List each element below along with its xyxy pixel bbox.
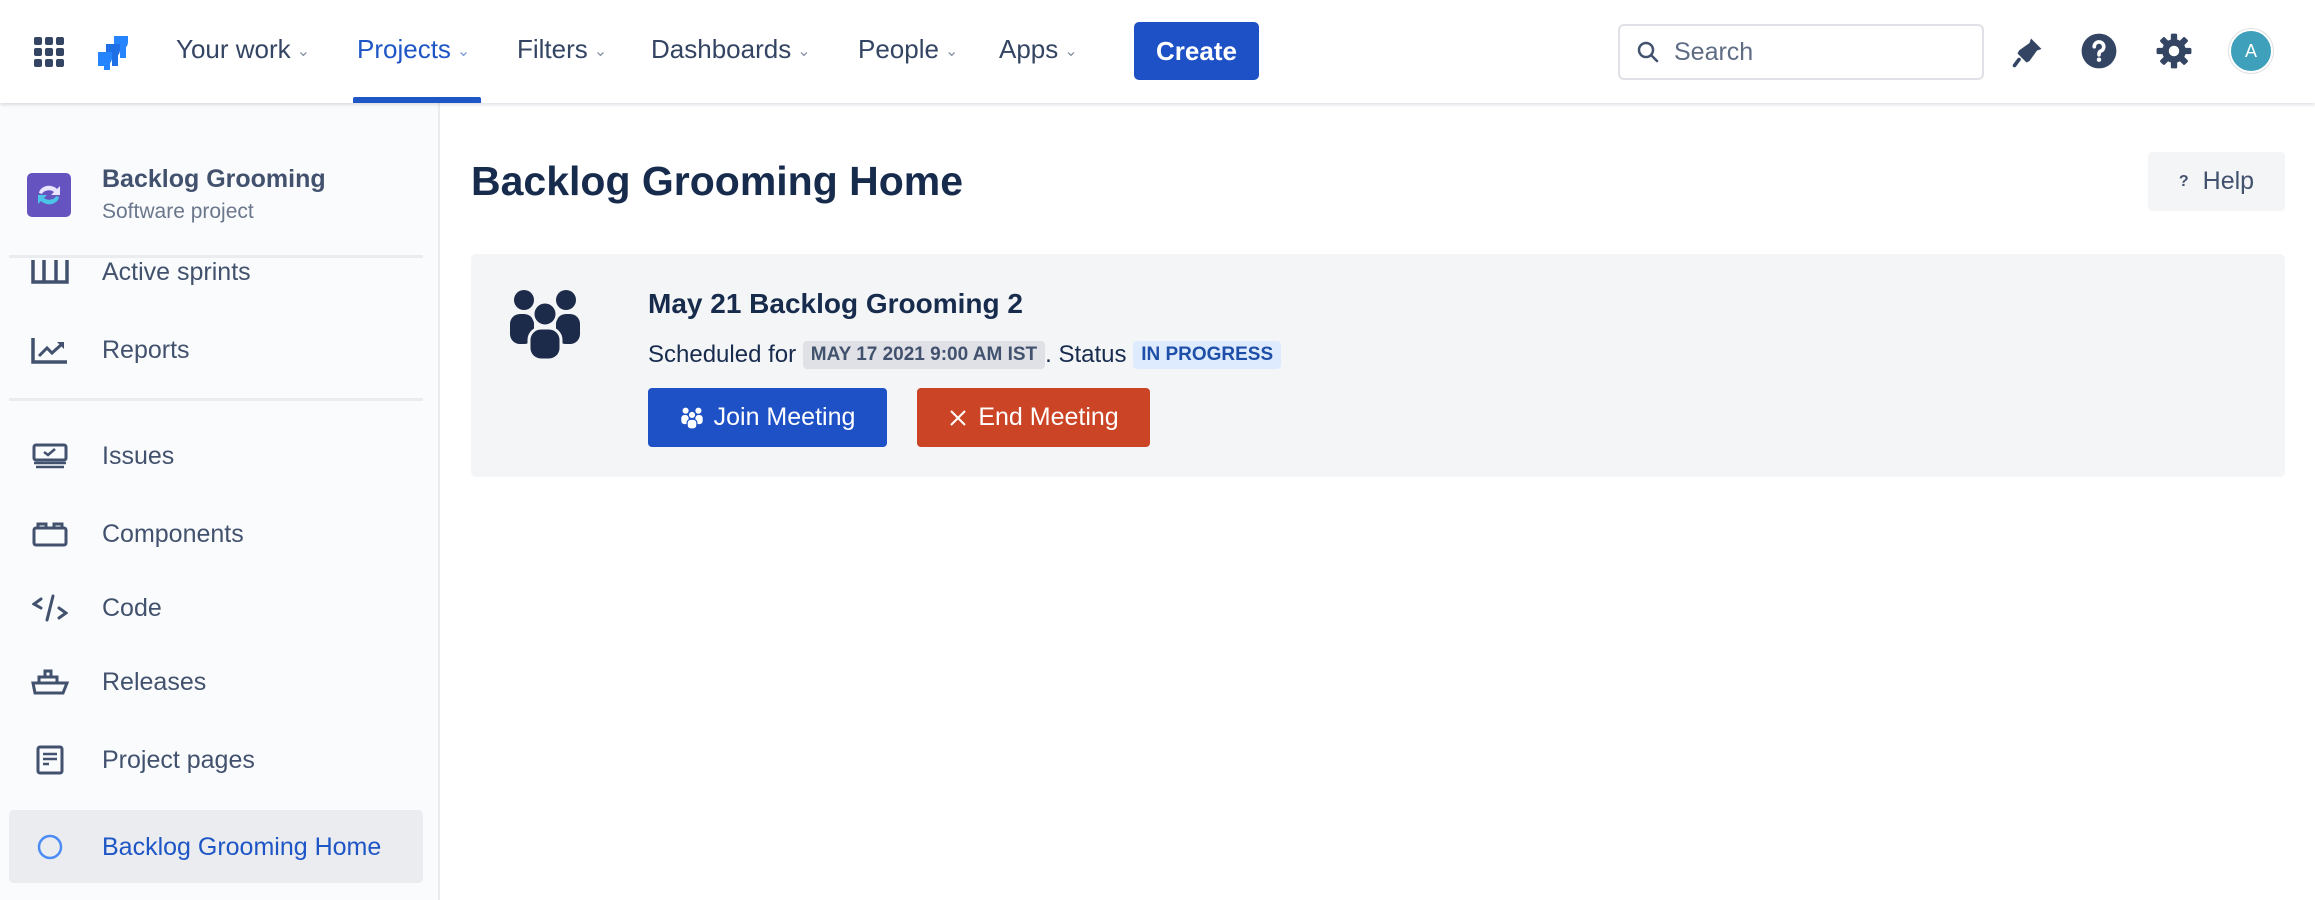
chart-icon <box>30 336 70 364</box>
nav-projects[interactable]: Projects ⌄ <box>357 34 470 65</box>
search-box[interactable] <box>1618 24 1984 80</box>
chevron-down-icon: ⌄ <box>456 43 471 60</box>
sidebar-item-label: Components <box>102 519 244 548</box>
top-navigation: Your work ⌄ Projects ⌄ Filters ⌄ Dashboards… <box>0 0 2315 103</box>
sidebar-item-reports[interactable]: Reports <box>0 320 440 380</box>
sidebar-item-label: Code <box>102 593 162 622</box>
page-title: Backlog Grooming Home <box>471 158 964 204</box>
meeting-title: May 21 Backlog Grooming 2 <box>648 288 1023 319</box>
status-label: . Status <box>1045 341 1127 368</box>
nav-label: Projects <box>357 34 451 64</box>
sidebar-item-label: Issues <box>102 441 175 470</box>
nav-label: Apps <box>999 34 1059 64</box>
sidebar-divider <box>9 398 423 401</box>
page-icon <box>30 745 70 775</box>
chevron-down-icon: ⌄ <box>1064 43 1078 60</box>
app-switcher-icon[interactable] <box>34 37 64 67</box>
jira-logo-icon[interactable] <box>94 34 130 70</box>
help-icon[interactable] <box>2080 32 2118 70</box>
sidebar-item-releases[interactable]: Releases <box>0 652 440 712</box>
nav-label: Dashboards <box>651 34 792 64</box>
sidebar-item-label: Project pages <box>102 745 255 774</box>
sidebar-item-active-sprints[interactable]: Active sprints <box>0 242 440 302</box>
circle-icon <box>30 833 70 861</box>
sidebar-item-label: Reports <box>102 335 190 364</box>
people-group-icon <box>510 290 580 360</box>
project-type: Software project <box>102 200 254 223</box>
nav-apps[interactable]: Apps ⌄ <box>999 34 1078 65</box>
help-label: Help <box>2202 167 2255 195</box>
scheduled-date-badge: MAY 17 2021 9:00 AM IST <box>802 341 1046 369</box>
join-meeting-label: Join Meeting <box>713 403 856 431</box>
create-button[interactable]: Create <box>1134 22 1259 80</box>
nav-label: Filters <box>517 34 588 64</box>
end-meeting-button[interactable]: End Meeting <box>917 388 1150 447</box>
join-meeting-button[interactable]: Join Meeting <box>648 388 887 447</box>
chevron-down-icon: ⌄ <box>797 43 811 60</box>
nav-dashboards[interactable]: Dashboards ⌄ <box>651 34 811 65</box>
sidebar-item-components[interactable]: Components <box>0 504 440 564</box>
search-icon <box>1637 41 1659 63</box>
active-nav-indicator <box>353 97 481 103</box>
status-badge: IN PROGRESS <box>1133 341 1282 369</box>
user-avatar[interactable]: A <box>2229 29 2273 73</box>
sidebar-item-code[interactable]: Code <box>0 578 440 638</box>
chevron-down-icon: ⌄ <box>944 43 959 60</box>
meeting-schedule-line: Scheduled for MAY 17 2021 9:00 AM IST. S… <box>648 341 1282 369</box>
sidebar-item-label: Releases <box>102 667 207 696</box>
nav-label: Your work <box>176 34 291 64</box>
nav-people[interactable]: People ⌄ <box>858 34 958 65</box>
question-icon: ? <box>2178 172 2189 190</box>
nav-your-work[interactable]: Your work ⌄ <box>176 34 310 65</box>
notifications-bell-icon[interactable] <box>2010 34 2046 70</box>
board-icon <box>30 260 70 284</box>
issues-icon <box>30 443 70 469</box>
help-button[interactable]: ? Help <box>2148 152 2285 211</box>
search-input[interactable] <box>1674 37 1974 67</box>
sidebar-item-label: Active sprints <box>102 257 251 286</box>
project-avatar-icon[interactable] <box>27 173 71 217</box>
end-meeting-label: End Meeting <box>978 403 1119 431</box>
settings-gear-icon[interactable] <box>2155 32 2193 70</box>
close-icon <box>950 409 967 426</box>
chevron-down-icon: ⌄ <box>296 43 311 60</box>
ship-icon <box>30 668 70 696</box>
project-name: Backlog Grooming <box>102 165 326 193</box>
nav-filters[interactable]: Filters ⌄ <box>517 34 607 65</box>
nav-label: People <box>858 34 939 64</box>
sidebar-item-issues[interactable]: Issues <box>0 426 440 486</box>
code-icon <box>30 594 70 622</box>
sidebar-item-backlog-grooming-home[interactable]: Backlog Grooming Home <box>0 817 440 877</box>
people-group-icon <box>680 407 703 429</box>
sidebar-item-label: Backlog Grooming Home <box>102 832 382 861</box>
avatar-initial: A <box>2244 40 2257 61</box>
component-icon <box>30 521 70 547</box>
chevron-down-icon: ⌄ <box>593 43 608 60</box>
sidebar-item-project-pages[interactable]: Project pages <box>0 730 440 790</box>
scheduled-label: Scheduled for <box>648 341 797 368</box>
